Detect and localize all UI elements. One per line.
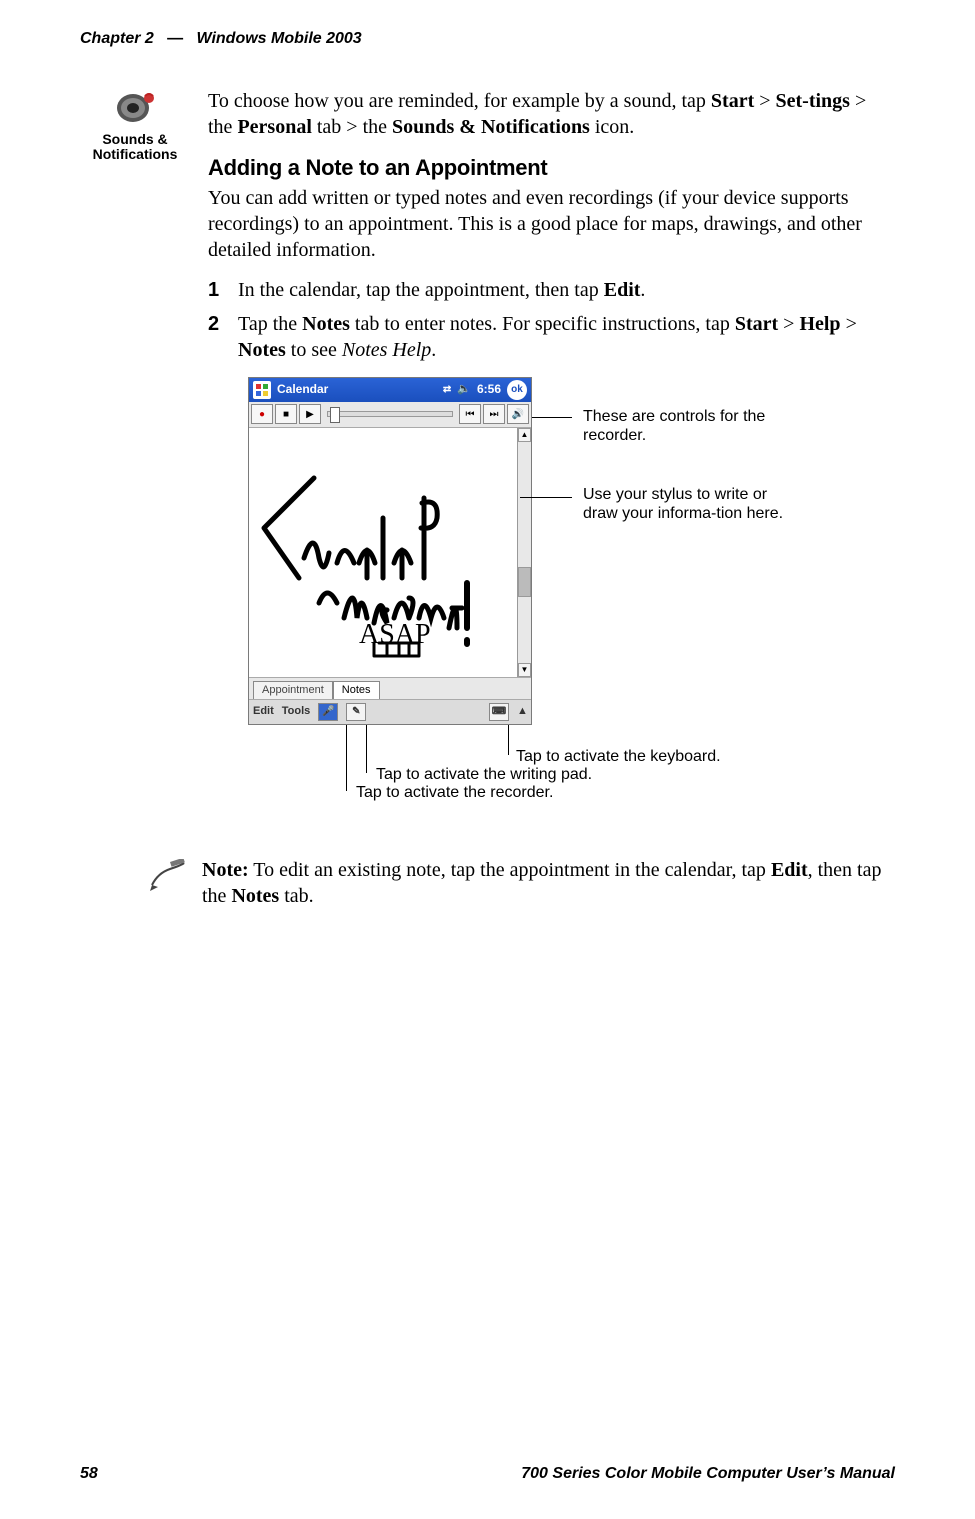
pda-time: 6:56 [477, 382, 501, 398]
ok-button[interactable]: ok [507, 380, 527, 400]
left-margin-column: Sounds & Notifications [80, 88, 190, 923]
play-button[interactable]: ▶ [299, 404, 321, 424]
speaker-toggle[interactable]: 🔊 [507, 404, 529, 424]
section-body: You can add written or typed notes and e… [208, 185, 895, 263]
writing-pad-icon[interactable]: ✎ [346, 703, 366, 721]
speaker-icon [111, 88, 159, 128]
record-button[interactable]: ● [251, 404, 273, 424]
pda-bottom-bar: Edit Tools 🎤 ✎ ⌨ ▲ [249, 700, 531, 724]
sip-arrow-icon[interactable]: ▲ [517, 704, 527, 718]
callout-recorder-controls: These are controls for the recorder. [583, 407, 783, 445]
tools-menu[interactable]: Tools [282, 704, 311, 718]
note-text: Note: To edit an existing note, tap the … [202, 857, 895, 909]
recorder-toolbar: ● ■ ▶ ⏮ ⏭ 🔊 [249, 402, 531, 428]
note-drawing-area[interactable]: ASAP ▲ ▼ [249, 428, 531, 678]
chapter-label: Chapter 2 [80, 30, 154, 47]
scroll-up-icon[interactable]: ▲ [518, 428, 531, 442]
page-number: 58 [80, 1465, 98, 1483]
note-block: Note: To edit an existing note, tap the … [148, 857, 895, 923]
main-text-column: To choose how you are reminded, for exam… [208, 88, 895, 923]
svg-text:ASAP: ASAP [359, 619, 431, 650]
callout-line [532, 417, 572, 418]
header-left: Chapter 2 — Windows Mobile 2003 [80, 30, 362, 48]
figure-block: Calendar ⇄ 🔈 6:56 ok ● ■ ▶ ⏮ ⏭ 🔊 [248, 377, 895, 827]
callout-line [508, 725, 509, 755]
pda-screenshot: Calendar ⇄ 🔈 6:56 ok ● ■ ▶ ⏮ ⏭ 🔊 [248, 377, 532, 725]
note-scrollbar[interactable]: ▲ ▼ [517, 428, 531, 677]
header-title: Windows Mobile 2003 [196, 30, 361, 47]
signal-icon: ⇄ [443, 383, 451, 396]
section-heading: Adding a Note to an Appointment [208, 154, 895, 183]
callout-line [366, 725, 367, 773]
intro-paragraph: To choose how you are reminded, for exam… [208, 88, 895, 140]
tab-notes[interactable]: Notes [333, 681, 380, 699]
volume-icon[interactable]: 🔈 [457, 382, 471, 396]
callout-line [520, 497, 572, 498]
step-1: 1 In the calendar, tap the appointment, … [208, 277, 895, 303]
steps-list: 1 In the calendar, tap the appointment, … [208, 277, 895, 363]
pda-titlebar: Calendar ⇄ 🔈 6:56 ok [249, 378, 531, 402]
scroll-thumb[interactable] [518, 567, 531, 597]
scroll-down-icon[interactable]: ▼ [518, 663, 531, 677]
step-2: 2 Tap the Notes tab to enter notes. For … [208, 311, 895, 363]
callout-stylus: Use your stylus to write or draw your in… [583, 485, 793, 523]
prev-button[interactable]: ⏮ [459, 404, 481, 424]
sounds-notifications-label: Sounds & Notifications [80, 132, 190, 163]
next-button[interactable]: ⏭ [483, 404, 505, 424]
playback-slider[interactable] [327, 411, 453, 417]
callout-keyboard: Tap to activate the keyboard. [516, 747, 721, 766]
page-footer: 58 700 Series Color Mobile Computer User… [80, 1465, 895, 1483]
tab-appointment[interactable]: Appointment [253, 681, 333, 699]
manual-title: 700 Series Color Mobile Computer User’s … [521, 1465, 895, 1483]
edit-menu[interactable]: Edit [253, 704, 274, 718]
note-pencil-icon [148, 857, 188, 923]
start-flag-icon[interactable] [253, 381, 271, 399]
keyboard-icon[interactable]: ⌨ [489, 703, 509, 721]
page-header: Chapter 2 — Windows Mobile 2003 [80, 30, 895, 48]
stop-button[interactable]: ■ [275, 404, 297, 424]
header-dash: — [158, 30, 192, 47]
pda-app-title: Calendar [277, 382, 328, 398]
pda-tabs: Appointment Notes [249, 678, 531, 700]
callout-writing-pad: Tap to activate the writing pad. [376, 765, 592, 784]
callout-recorder: Tap to activate the recorder. [356, 783, 553, 802]
callout-line [346, 725, 347, 791]
recorder-icon[interactable]: 🎤 [318, 703, 338, 721]
